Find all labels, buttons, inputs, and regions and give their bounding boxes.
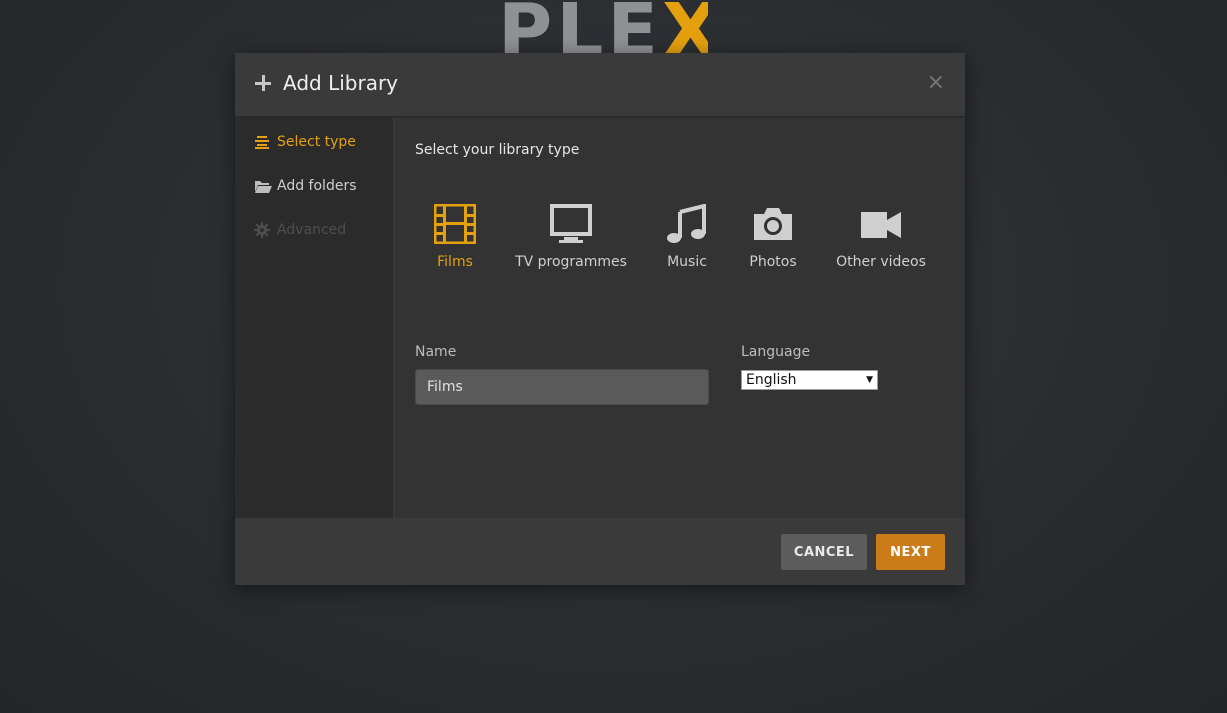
film-icon: [434, 204, 476, 244]
sidebar-item-label: Advanced: [277, 222, 347, 238]
type-option-music[interactable]: Music: [667, 204, 707, 270]
language-label: Language: [741, 344, 811, 360]
type-label: Other videos: [836, 254, 926, 270]
sidebar-item-select-type[interactable]: Select type: [254, 134, 356, 150]
tv-icon: [550, 204, 592, 243]
music-icon: [667, 204, 706, 243]
plex-logo: PLE X: [498, 0, 708, 54]
type-label: Films: [437, 254, 473, 270]
library-name-input[interactable]: [415, 369, 709, 405]
sidebar-item-label: Add folders: [277, 178, 357, 194]
type-option-tv-programmes[interactable]: TV programmes: [515, 204, 627, 270]
add-library-dialog: Add Library × Select type Add folders Ad…: [235, 53, 965, 585]
dialog-title: Add Library: [283, 71, 399, 95]
dialog-header: Add Library ×: [235, 53, 965, 118]
list-icon: [254, 134, 270, 150]
gear-icon: [254, 222, 270, 238]
next-button[interactable]: NEXT: [876, 534, 945, 570]
type-option-other-videos[interactable]: Other videos: [836, 204, 926, 270]
language-value: English: [746, 372, 797, 388]
video-camera-icon: [861, 212, 901, 238]
library-type-prompt: Select your library type: [415, 142, 580, 158]
sidebar-item-advanced: Advanced: [254, 222, 346, 238]
cancel-button[interactable]: CANCEL: [781, 534, 867, 570]
close-button[interactable]: ×: [927, 72, 945, 94]
logo-x: X: [661, 0, 708, 54]
dialog-footer: CANCEL NEXT: [235, 520, 965, 585]
dropdown-arrow-icon: ▼: [866, 375, 873, 385]
type-label: Photos: [749, 254, 797, 270]
type-option-photos[interactable]: Photos: [749, 204, 797, 270]
steps-sidebar: Select type Add folders Advanced: [235, 118, 393, 518]
sidebar-item-add-folders[interactable]: Add folders: [254, 178, 357, 194]
type-label: Music: [667, 254, 707, 270]
logo-text: PLE: [498, 0, 662, 54]
name-label: Name: [415, 344, 457, 360]
type-label: TV programmes: [515, 254, 627, 270]
sidebar-item-label: Select type: [277, 134, 356, 150]
plus-icon: [255, 75, 271, 91]
camera-icon: [754, 208, 792, 240]
step-content: Select your library type Films TV progra…: [395, 118, 965, 518]
type-option-films[interactable]: Films: [434, 204, 476, 270]
language-select[interactable]: English ▼: [741, 370, 878, 390]
folder-icon: [254, 178, 272, 194]
